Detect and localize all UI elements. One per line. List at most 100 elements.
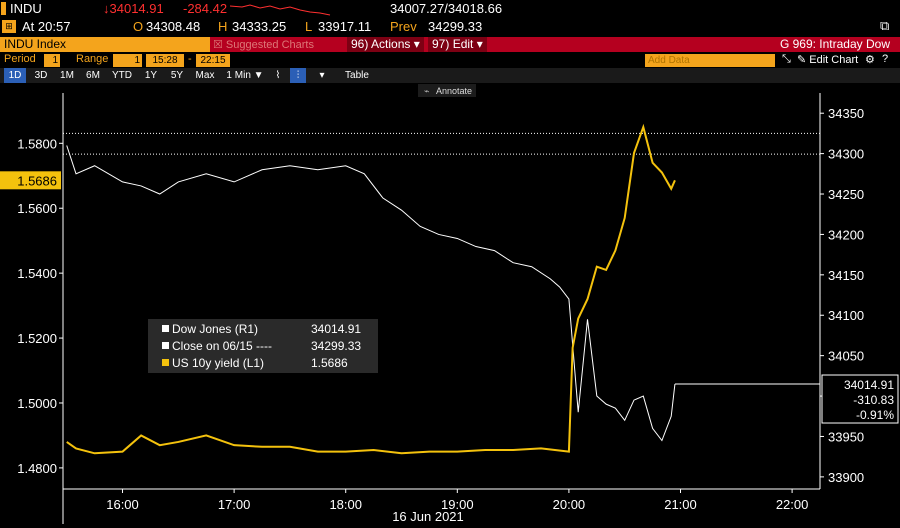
yield-current-label: 1.5686 bbox=[17, 173, 57, 188]
chart-title: G 969: Intraday Dow bbox=[779, 37, 890, 51]
prev-label: Prev bbox=[390, 19, 417, 34]
edit-chart-label: Edit Chart bbox=[809, 54, 859, 66]
intraday-chart: ⌁ Annotate 1.4800 1.5000 1.5200 1.5400 1.560… bbox=[0, 83, 900, 528]
quote-time: At 20:57 bbox=[22, 19, 71, 34]
period-1y[interactable]: 1Y bbox=[140, 68, 162, 83]
legend: Dow Jones (R1) 34014.91 Close on 06/15 ---… bbox=[148, 319, 378, 373]
dow-change-label: -310.83 bbox=[853, 393, 894, 407]
high-value: 34333.25 bbox=[232, 19, 287, 34]
suggested-icon: ☒ bbox=[213, 39, 226, 51]
right-tick-label: 34250 bbox=[828, 187, 864, 202]
low-label: L bbox=[305, 19, 313, 34]
x-tick-label: 18:00 bbox=[329, 497, 362, 512]
bar-chart-icon[interactable]: ⫶ bbox=[290, 68, 306, 83]
x-tick-label: 21:00 bbox=[664, 497, 697, 512]
dow-current-label: 34014.91 bbox=[844, 378, 894, 392]
command-bar: INDU Index ☒ Suggested Charts 96) Action… bbox=[0, 36, 900, 53]
left-tick-label: 1.4800 bbox=[17, 461, 57, 476]
chart-type-dropdown-icon[interactable]: ▾ bbox=[316, 68, 328, 83]
interval-select[interactable]: 1 Min ▼ bbox=[224, 68, 266, 83]
range-label: Range bbox=[76, 53, 109, 65]
dow-change-pct-label: -0.91% bbox=[856, 408, 894, 422]
low-value: 33917.11 bbox=[318, 19, 372, 34]
open-label: O bbox=[133, 19, 144, 34]
ticker-marker bbox=[1, 2, 6, 15]
legend-value: 34299.33 bbox=[311, 339, 361, 353]
legend-swatch bbox=[162, 325, 169, 332]
right-tick-label: 34050 bbox=[828, 349, 864, 364]
right-tick-label: 34100 bbox=[828, 308, 864, 323]
period-6m[interactable]: 6M bbox=[82, 68, 104, 83]
settings-icon[interactable]: ⚙ bbox=[865, 53, 875, 66]
actions-button[interactable]: 96) Actions ▾ bbox=[347, 37, 424, 52]
legend-label: US 10y yield (L1) bbox=[172, 356, 264, 370]
add-data-field[interactable]: Add Data bbox=[645, 54, 775, 67]
x-axis-title: 16 Jun 2021 bbox=[392, 509, 464, 524]
ticker[interactable]: INDU bbox=[10, 1, 42, 16]
period-ytd[interactable]: YTD bbox=[108, 68, 136, 83]
right-tick-label: 33950 bbox=[828, 429, 864, 444]
suggested-charts[interactable]: ☒ Suggested Charts bbox=[213, 38, 314, 51]
net-change: -284.42 bbox=[183, 1, 228, 16]
dropdown-icon: ▾ bbox=[476, 37, 483, 51]
left-tick-label: 1.5200 bbox=[17, 331, 57, 346]
range-value[interactable]: 1 bbox=[113, 54, 142, 67]
pencil-icon: ✎ bbox=[797, 54, 807, 66]
edit-chart-button[interactable]: ✎ Edit Chart bbox=[797, 53, 858, 66]
period-max[interactable]: Max bbox=[192, 68, 218, 83]
legend-label: Dow Jones (R1) bbox=[172, 322, 258, 336]
x-tick-label: 16:00 bbox=[106, 497, 139, 512]
period-5y[interactable]: 5Y bbox=[166, 68, 188, 83]
table-button[interactable]: Table bbox=[338, 68, 376, 83]
open-value: 34308.48 bbox=[146, 19, 201, 34]
x-tick-label: 17:00 bbox=[218, 497, 251, 512]
annotate-label: Annotate bbox=[436, 86, 472, 96]
actions-label: Actions bbox=[371, 37, 411, 51]
period-1d[interactable]: 1D bbox=[4, 68, 26, 83]
edit-label: Edit bbox=[452, 37, 474, 51]
left-tick-label: 1.5000 bbox=[17, 396, 57, 411]
legend-label: Close on 06/15 ---- bbox=[172, 339, 272, 353]
period-1m[interactable]: 1M bbox=[56, 68, 78, 83]
left-tick-label: 1.5600 bbox=[17, 201, 57, 216]
edit-button[interactable]: 97) Edit ▾ bbox=[428, 37, 487, 52]
expand-icon[interactable]: ⤡ bbox=[782, 53, 791, 66]
period-label: Period bbox=[4, 53, 36, 65]
exchange-icon: ⊞ bbox=[2, 20, 16, 33]
line-chart-icon[interactable]: ⌇ bbox=[270, 68, 286, 83]
bid-ask: 34007.27/34018.66 bbox=[390, 1, 503, 16]
annotate-button[interactable]: ⌁ Annotate bbox=[418, 84, 476, 97]
right-tick-label: 34350 bbox=[828, 106, 864, 121]
security-field[interactable]: INDU Index bbox=[0, 37, 210, 52]
x-tick-label: 22:00 bbox=[776, 497, 809, 512]
legend-value: 34014.91 bbox=[311, 322, 361, 336]
toolbar: 1D 3D 1M 6M YTD 1Y 5Y Max 1 Min ▼ ⌇ ⫶ ▾ … bbox=[0, 68, 900, 83]
left-tick-label: 1.5400 bbox=[17, 266, 57, 281]
dropdown-icon: ▾ bbox=[413, 37, 420, 51]
params-bar: Period 1 Range 1 15:28 - 22:15 Add Data … bbox=[0, 53, 900, 68]
right-tick-label: 34200 bbox=[828, 227, 864, 242]
right-tick-label: 33900 bbox=[828, 470, 864, 485]
period-3d[interactable]: 3D bbox=[30, 68, 52, 83]
legend-value: 1.5686 bbox=[311, 356, 348, 370]
sparkline bbox=[230, 4, 331, 16]
popout-icon[interactable]: ⧉ bbox=[880, 18, 889, 34]
edit-num: 97) bbox=[432, 37, 450, 51]
help-icon[interactable]: ? bbox=[882, 53, 888, 65]
period-field[interactable]: 1 bbox=[44, 54, 60, 67]
quote-details: ⊞ At 20:57 O 34308.48 H 34333.25 L 33917… bbox=[0, 18, 900, 36]
right-tick-label: 34150 bbox=[828, 268, 864, 283]
right-tick-label: 34300 bbox=[828, 147, 864, 162]
legend-swatch bbox=[162, 342, 169, 349]
high-label: H bbox=[218, 19, 228, 34]
prev-value: 34299.33 bbox=[428, 19, 483, 34]
range-separator: - bbox=[188, 53, 192, 65]
range-start[interactable]: 15:28 bbox=[146, 54, 184, 67]
suggested-label: Suggested Charts bbox=[225, 39, 314, 51]
legend-swatch bbox=[162, 359, 169, 366]
last-price: ↓34014.91 bbox=[103, 1, 164, 16]
quote-bar: INDU ↓34014.91 -284.42 34007.27/34018.66 bbox=[0, 0, 900, 18]
x-tick-label: 20:00 bbox=[553, 497, 586, 512]
range-end[interactable]: 22:15 bbox=[196, 54, 230, 67]
annotate-icon: ⌁ bbox=[424, 86, 429, 96]
